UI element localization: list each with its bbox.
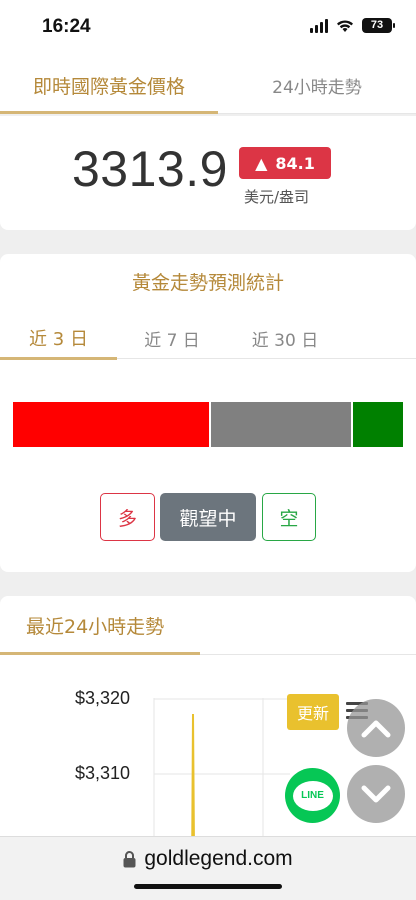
arrow-up-icon: ▲ (255, 153, 268, 173)
tab-7-days[interactable]: 近 7 日 (117, 316, 227, 360)
vote-bull-button[interactable]: 多 (100, 493, 155, 541)
ratio-bar-neutral (210, 402, 352, 447)
status-time: 16:24 (42, 16, 91, 37)
url-display[interactable]: goldlegend.com (0, 847, 416, 871)
price-tabs: 即時國際黃金價格 24小時走勢 (0, 56, 416, 114)
url-text: goldlegend.com (144, 847, 293, 870)
vote-bear-button[interactable]: 空 (262, 493, 316, 541)
trend-series-line (191, 713, 195, 836)
ratio-bar-bull (13, 402, 210, 447)
chevron-up-icon (361, 720, 391, 738)
tab-24h-trend[interactable]: 24小時走勢 (218, 56, 416, 114)
signal-icon (310, 18, 328, 33)
tab-3-days[interactable]: 近 3 日 (0, 316, 117, 360)
update-button[interactable]: 更新 (287, 694, 339, 730)
vote-neutral-button[interactable]: 觀望中 (160, 493, 256, 541)
trend-title: 最近24小時走勢 (26, 616, 165, 638)
battery-icon: 73 (362, 18, 395, 33)
line-icon: LINE (292, 780, 333, 811)
tab-30-days[interactable]: 近 30 日 (227, 316, 343, 360)
forecast-active-tab-indicator (0, 357, 117, 360)
status-bar: 16:24 73 (0, 0, 416, 56)
ratio-bar-bear (352, 402, 403, 447)
price-change-value: 84.1 (275, 153, 315, 173)
active-tab-indicator (0, 111, 218, 114)
status-icons: 73 (310, 18, 395, 33)
line-share-button[interactable]: LINE (285, 768, 340, 823)
lock-icon (123, 850, 136, 867)
tab-realtime-price[interactable]: 即時國際黃金價格 (0, 56, 218, 114)
browser-url-bar[interactable]: goldlegend.com (0, 836, 416, 900)
wifi-icon (337, 19, 353, 32)
price-change-badge: ▲ 84.1 (239, 147, 331, 179)
forecast-title: 黃金走勢預測統計 (131, 272, 284, 294)
gold-price-value: 3313.9 (72, 141, 228, 197)
scroll-down-button[interactable] (347, 765, 405, 823)
chevron-down-icon (361, 785, 391, 803)
trend-title-underline (0, 652, 200, 655)
scroll-up-button[interactable] (347, 699, 405, 757)
home-indicator[interactable] (134, 884, 282, 889)
price-unit: 美元/盎司 (244, 188, 310, 206)
